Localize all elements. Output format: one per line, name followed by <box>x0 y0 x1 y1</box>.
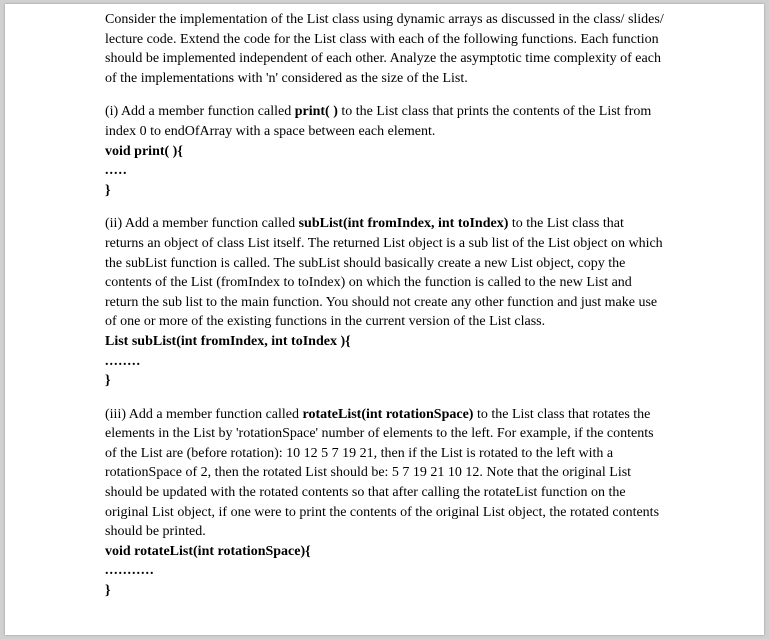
q1-func-name: print( ) <box>295 104 338 119</box>
document-page: Consider the implementation of the List … <box>5 4 764 635</box>
q2-close-brace: } <box>105 371 664 391</box>
question-2: (ii) Add a member function called subLis… <box>105 214 664 390</box>
q1-close-brace: } <box>105 181 664 201</box>
q1-description: (i) Add a member function called print( … <box>105 102 664 141</box>
q3-signature: void rotateList(int rotationSpace){ <box>105 542 664 562</box>
q3-prefix: (iii) Add a member function called <box>105 407 303 422</box>
q3-func-name: rotateList(int rotationSpace) <box>303 407 474 422</box>
q1-signature: void print( ){ <box>105 142 664 162</box>
q2-signature: List subList(int fromIndex, int toIndex … <box>105 332 664 352</box>
q3-dots: ........... <box>105 561 664 581</box>
intro-paragraph: Consider the implementation of the List … <box>105 10 664 88</box>
q1-prefix: (i) Add a member function called <box>105 104 295 119</box>
q3-suffix: to the List class that rotates the eleme… <box>105 407 659 540</box>
q2-dots: ........ <box>105 352 664 372</box>
q2-prefix: (ii) Add a member function called <box>105 216 299 231</box>
q1-dots: ..... <box>105 161 664 181</box>
q2-suffix: to the List class that returns an object… <box>105 216 663 329</box>
q3-description: (iii) Add a member function called rotat… <box>105 405 664 542</box>
intro-text: Consider the implementation of the List … <box>105 12 664 86</box>
question-1: (i) Add a member function called print( … <box>105 102 664 200</box>
q3-close-brace: } <box>105 581 664 601</box>
q2-description: (ii) Add a member function called subLis… <box>105 214 664 332</box>
q2-func-name: subList(int fromIndex, int toIndex) <box>299 216 509 231</box>
question-3: (iii) Add a member function called rotat… <box>105 405 664 601</box>
